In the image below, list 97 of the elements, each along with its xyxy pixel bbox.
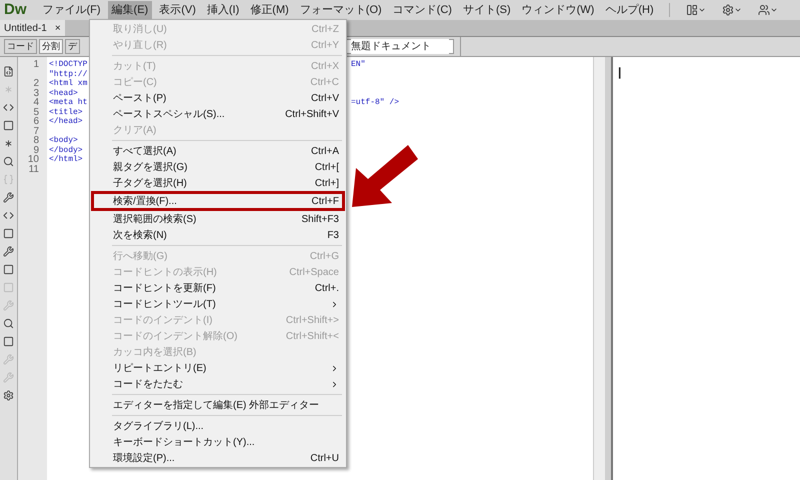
menu-option[interactable]: エディターを指定して編集(E) 外部エディター: [90, 397, 346, 413]
line-number: 6: [33, 116, 39, 127]
tab-title: Untitled-1: [4, 22, 47, 36]
menu-option[interactable]: 次を検索(N) F3: [90, 227, 346, 243]
menu-item[interactable]: 修正(M): [246, 1, 293, 19]
caret-icon: [698, 6, 706, 14]
tool-button[interactable]: [2, 263, 16, 276]
tool-icon: [3, 210, 14, 221]
menu-option[interactable]: コードをたたむ: [90, 376, 346, 392]
code-text: <body>: [49, 136, 78, 145]
tool-button[interactable]: [2, 191, 16, 204]
caret-icon: [734, 6, 742, 14]
document-tab[interactable]: Untitled-1 ×: [0, 20, 65, 36]
menu-option[interactable]: ペースト(P) Ctrl+V: [90, 90, 346, 106]
tool-button[interactable]: [2, 317, 16, 330]
tool-icon: [3, 156, 14, 167]
tool-icon: [3, 354, 14, 365]
menu-option[interactable]: タグライブラリ(L)...: [90, 418, 346, 434]
view-button[interactable]: コード: [4, 39, 37, 54]
caret-icon: [770, 6, 778, 14]
view-button[interactable]: 分割: [39, 39, 63, 54]
line-number: 10: [28, 154, 39, 165]
menu-item[interactable]: ファイル(F): [38, 1, 105, 19]
tool-icon: [3, 102, 14, 113]
tool-icon: [3, 228, 14, 239]
tool-icon: [3, 336, 14, 347]
code-text: EN": [351, 60, 366, 70]
layout-button[interactable]: [686, 4, 706, 16]
menu-item[interactable]: ウィンドウ(W): [518, 1, 598, 19]
menu-item[interactable]: 編集(E): [108, 1, 152, 19]
code-text: </html>: [49, 155, 83, 164]
app-logo: Dw: [4, 0, 26, 20]
menu-option[interactable]: 検索/置換(F)... Ctrl+F: [91, 191, 345, 211]
menu-item[interactable]: ヘルプ(H): [601, 1, 658, 19]
menu-option[interactable]: すべて選択(A) Ctrl+A: [90, 143, 346, 159]
tool-icon: [3, 192, 14, 203]
tool-icon: [3, 390, 14, 401]
tool-icon: [3, 84, 14, 95]
line-number: 7: [33, 126, 39, 136]
menu-option[interactable]: 環境設定(P)... Ctrl+U: [90, 450, 346, 466]
menu-option[interactable]: コードヒントを更新(F) Ctrl+.: [90, 280, 346, 296]
code-text: <title>: [49, 108, 83, 116]
tool-button[interactable]: [2, 65, 16, 78]
tool-icon: [3, 282, 14, 293]
settings-button[interactable]: [722, 4, 742, 16]
menu-item[interactable]: サイト(S): [458, 1, 515, 19]
users-button[interactable]: [758, 4, 778, 16]
code-text: </body>: [49, 146, 83, 154]
menu-option[interactable]: コードヒントツール(T): [90, 296, 346, 312]
line-number: 3: [33, 88, 39, 98]
menu-item[interactable]: 表示(V): [155, 1, 200, 19]
menu-option[interactable]: キーボードショートカット(Y)...: [90, 434, 346, 450]
code-text: =utf-8" />: [351, 98, 400, 108]
tool-button[interactable]: [2, 335, 16, 348]
tool-icon: [3, 300, 14, 311]
code-text: <head>: [49, 88, 78, 98]
tool-button[interactable]: [2, 245, 16, 258]
tool-button[interactable]: [2, 119, 16, 132]
menu-item[interactable]: 挿入(I): [202, 1, 244, 19]
text-caret: |: [618, 65, 622, 79]
tool-button[interactable]: [2, 227, 16, 240]
line-number: 2: [33, 78, 39, 89]
line-number: 8: [33, 135, 39, 146]
tool-icon: [3, 174, 14, 185]
pointer-arrow-drawing: [352, 145, 418, 207]
close-tab-button[interactable]: ×: [54, 20, 61, 36]
menu-item[interactable]: コマンド(C): [388, 1, 456, 19]
code-text: "http://: [49, 70, 88, 78]
view-button[interactable]: デ: [65, 39, 80, 54]
code-text: <!DOCTYP: [49, 60, 88, 69]
layout-icon: [686, 4, 698, 16]
tool-button[interactable]: [2, 155, 16, 168]
code-text: <html xm: [49, 79, 88, 88]
tool-icon: [3, 120, 14, 131]
code-text: </head>: [49, 117, 83, 126]
users-icon: [758, 4, 770, 16]
tool-icon: [3, 138, 14, 149]
menu-option[interactable]: ペーストスペシャル(S)... Ctrl+Shift+V: [90, 106, 346, 122]
tool-icon: [3, 66, 14, 77]
code-text: <meta ht: [49, 98, 88, 107]
menu-item[interactable]: フォーマット(O): [296, 1, 386, 19]
line-number: 1: [33, 59, 39, 70]
tool-icon: [3, 264, 14, 275]
menu-option[interactable]: 選択範囲の検索(S) Shift+F3: [90, 211, 346, 227]
tool-icon: [3, 372, 14, 383]
line-number: 4: [33, 97, 39, 108]
line-number: 9: [33, 144, 39, 156]
menu-option[interactable]: 子タグを選択(H) Ctrl+]: [90, 175, 346, 191]
line-number: 11: [28, 164, 39, 174]
tool-button[interactable]: [2, 389, 16, 402]
settings-icon: [722, 4, 734, 16]
title-field[interactable]: 無題ドキュメント: [346, 39, 454, 54]
tool-icon: [3, 318, 14, 329]
tool-icon: [3, 246, 14, 257]
menu-option[interactable]: リピートエントリ(E): [90, 360, 346, 376]
line-number: 5: [33, 106, 39, 118]
menu-option[interactable]: 親タグを選択(G) Ctrl+[: [90, 159, 346, 175]
